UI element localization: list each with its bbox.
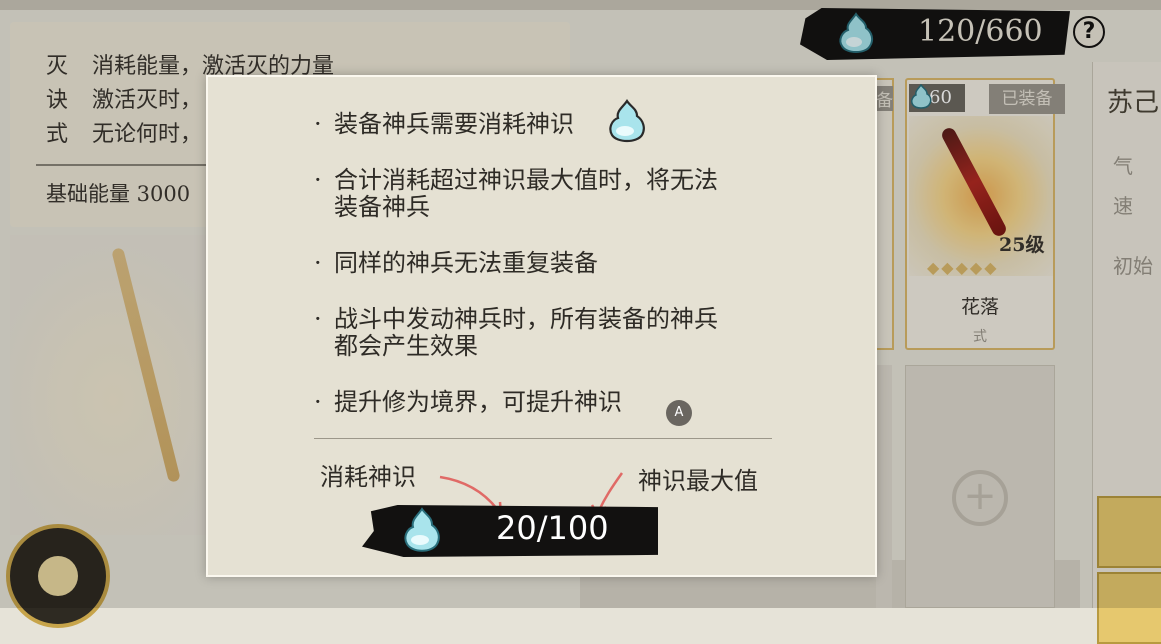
spirit-gem-icon [404, 507, 440, 552]
spirit-rules-dialog: · 装备神兵需要消耗神识 · 合计消耗超过神识最大值时，将无法 装备神兵 · 同… [206, 75, 877, 577]
arrow-icon [439, 472, 624, 518]
spirit-example-value: 20/100 [496, 509, 609, 547]
